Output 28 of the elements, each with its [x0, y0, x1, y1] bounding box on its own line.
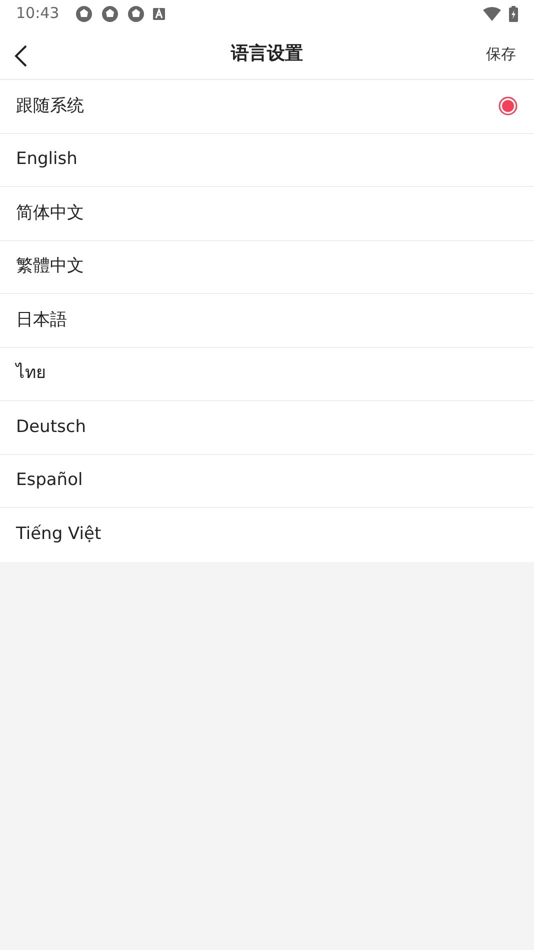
language-option[interactable]: Tiếng Việt: [0, 508, 534, 562]
language-option[interactable]: ไทย: [0, 348, 534, 401]
language-label: 简体中文: [16, 202, 84, 224]
notification-icon: [153, 8, 166, 20]
language-label: 日本語: [16, 308, 67, 332]
language-label: Deutsch: [16, 416, 86, 438]
language-option[interactable]: 简体中文: [0, 187, 534, 240]
language-label: Español: [16, 469, 83, 492]
language-option[interactable]: Español: [0, 454, 534, 508]
language-option[interactable]: Deutsch: [0, 401, 534, 454]
aperture-icon: [127, 4, 146, 22]
page-title: 语言设置: [231, 42, 303, 66]
language-label: Tiếng Việt: [16, 523, 102, 546]
language-label: 繁體中文: [16, 255, 84, 278]
clock-time: 10:43: [16, 3, 60, 24]
language-label: 跟随系统: [16, 94, 84, 118]
language-label: English: [16, 148, 78, 171]
wifi-icon: [483, 6, 501, 20]
save-button[interactable]: 保存: [482, 41, 520, 68]
battery-icon: [509, 6, 518, 22]
aperture-icon: [101, 4, 120, 22]
language-label: ไทย: [16, 362, 46, 385]
language-option[interactable]: English: [0, 134, 534, 187]
aperture-icon: [75, 4, 94, 22]
language-option[interactable]: 日本語: [0, 294, 534, 348]
language-option[interactable]: 繁體中文: [0, 240, 534, 294]
language-option[interactable]: 跟随系统: [0, 80, 534, 134]
back-icon: [14, 44, 28, 67]
